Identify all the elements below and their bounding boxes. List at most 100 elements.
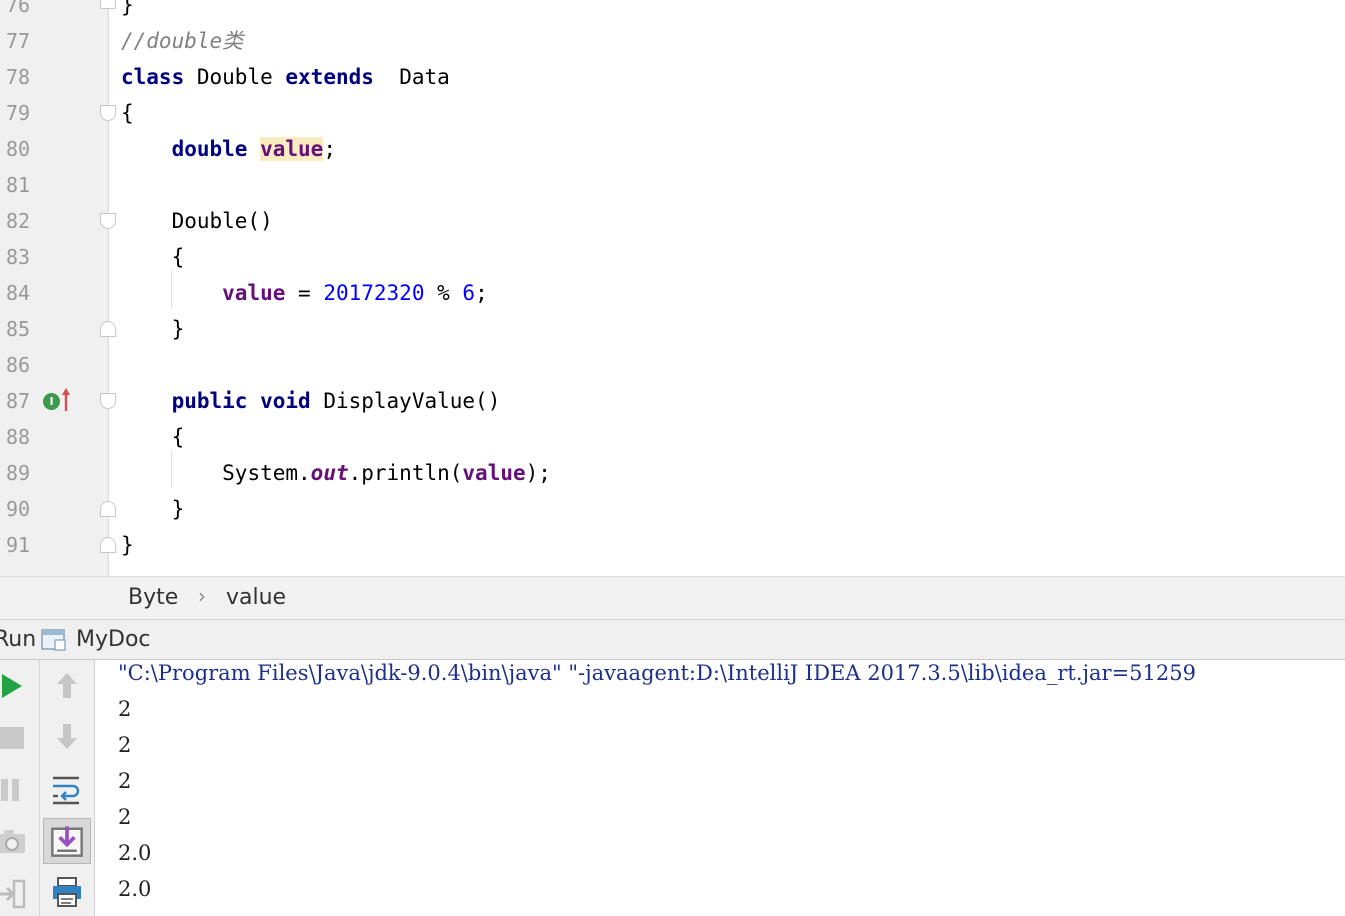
line-number: 78 <box>6 65 31 89</box>
code-line-76[interactable]: 76 } <box>0 0 1345 23</box>
code-line-80[interactable]: 80 double value; <box>0 131 1345 167</box>
soft-wrap-button[interactable] <box>49 770 85 806</box>
code-line-79[interactable]: 79 { <box>0 95 1345 131</box>
line-number: 91 <box>6 533 31 557</box>
breadcrumb-item-class[interactable]: Byte <box>128 585 178 610</box>
superclass-name: Data <box>399 65 450 89</box>
code-text: { <box>171 425 185 449</box>
code-text: } <box>121 0 134 17</box>
fold-marker-icon[interactable] <box>100 393 116 409</box>
console-command-line: "C:\Program Files\Java\jdk-9.0.4\bin\jav… <box>118 661 1196 685</box>
print-button[interactable] <box>49 874 85 910</box>
stop-icon <box>0 727 24 749</box>
mod-operator: % <box>424 281 463 305</box>
println-call: .println( <box>348 461 463 485</box>
exit-icon <box>0 879 26 909</box>
code-text: } <box>171 497 185 521</box>
console-output-line: 2 <box>118 697 132 721</box>
code-line-78[interactable]: 78 class Double extends Data <box>0 59 1345 95</box>
semicolon: ; <box>323 137 336 161</box>
soft-wrap-icon <box>53 776 80 805</box>
code-line-84[interactable]: 84 value = 20172320 % 6; <box>0 275 1345 311</box>
line-number: 90 <box>6 497 31 521</box>
code-line-86[interactable]: 86 <box>0 347 1345 383</box>
run-configuration-tab[interactable]: MyDoc <box>76 627 151 652</box>
field-value-highlighted: value <box>260 137 324 161</box>
scroll-up-button[interactable] <box>49 668 85 704</box>
line-number: 81 <box>6 173 31 197</box>
code-editor[interactable]: 76 } 77 //double类 78 class Double extend… <box>0 0 1345 576</box>
code-text: { <box>121 101 134 125</box>
run-toolbar-primary <box>0 660 40 916</box>
breadcrumb: Byte › value <box>0 576 1345 620</box>
code-text: } <box>121 533 134 557</box>
scroll-to-end-toggle[interactable] <box>43 818 91 864</box>
console-output-line: 2 <box>118 733 132 757</box>
code-line-85[interactable]: 85 } <box>0 311 1345 347</box>
play-icon <box>2 674 22 698</box>
console-output-line: 2 <box>118 805 132 829</box>
line-number: 86 <box>6 353 31 377</box>
scroll-to-end-icon <box>51 826 83 857</box>
fold-marker-icon[interactable] <box>100 537 116 553</box>
line-number: 77 <box>6 29 31 53</box>
class-name: Double <box>196 65 273 89</box>
code-text: { <box>171 245 185 269</box>
line-number: 80 <box>6 137 31 161</box>
fold-marker-icon[interactable] <box>100 105 116 121</box>
exit-button[interactable] <box>0 876 32 912</box>
stop-button[interactable] <box>0 720 32 756</box>
fold-marker-icon[interactable] <box>100 213 116 229</box>
breadcrumb-item-field[interactable]: value <box>226 585 286 610</box>
method-name: DisplayValue() <box>323 389 501 413</box>
console-output-line: 2 <box>118 769 132 793</box>
code-text: } <box>171 317 185 341</box>
console-output-line: 2.0 <box>118 841 152 865</box>
fold-marker-icon[interactable] <box>100 321 116 337</box>
printer-icon <box>53 877 81 907</box>
keyword-void: void <box>260 389 311 413</box>
arrow-down-icon <box>57 724 77 749</box>
code-line-77[interactable]: 77 //double类 <box>0 23 1345 59</box>
line-number: 85 <box>6 317 31 341</box>
line-number: 79 <box>6 101 31 125</box>
rerun-button[interactable] <box>0 668 32 704</box>
scroll-down-button[interactable] <box>49 718 85 754</box>
pause-button[interactable] <box>0 772 32 808</box>
system-class: System. <box>222 461 311 485</box>
pause-icon <box>1 779 19 801</box>
camera-icon <box>0 830 25 853</box>
line-number: 76 <box>6 0 31 17</box>
code-line-88[interactable]: 88 { <box>0 419 1345 455</box>
console-output-line: 2.0 <box>118 877 152 901</box>
keyword-extends: extends <box>285 65 374 89</box>
implements-method-icon[interactable]: I <box>43 393 60 410</box>
code-line-81[interactable]: 81 <box>0 167 1345 203</box>
line-number: 84 <box>6 281 31 305</box>
console-output[interactable]: "C:\Program Files\Java\jdk-9.0.4\bin\jav… <box>95 660 1345 916</box>
code-line-90[interactable]: 90 } <box>0 491 1345 527</box>
assign-operator: = <box>285 281 324 305</box>
semicolon: ; <box>475 281 488 305</box>
keyword-class: class <box>121 65 185 89</box>
number-literal: 20172320 <box>323 281 425 305</box>
code-line-83[interactable]: 83 { <box>0 239 1345 275</box>
code-line-89[interactable]: 89 System.out.println(value); <box>0 455 1345 491</box>
breadcrumb-separator-icon: › <box>198 584 206 608</box>
field-value: value <box>222 281 286 305</box>
run-tool-window-header: Run MyDoc <box>0 620 1345 660</box>
fold-marker-icon[interactable] <box>100 0 116 9</box>
code-line-87[interactable]: 87 I public void DisplayValue() <box>0 383 1345 419</box>
constructor-name: Double() <box>171 209 273 233</box>
keyword-public: public <box>171 389 248 413</box>
override-arrow-icon[interactable] <box>62 387 70 413</box>
keyword-double: double <box>171 137 248 161</box>
code-line-82[interactable]: 82 Double() <box>0 203 1345 239</box>
line-number: 88 <box>6 425 31 449</box>
run-window-title[interactable]: Run <box>0 627 36 652</box>
fold-marker-icon[interactable] <box>100 501 116 517</box>
comment-text: //double类 <box>121 29 244 53</box>
static-field-out: out <box>310 461 349 485</box>
dump-threads-button[interactable] <box>0 824 32 860</box>
code-line-91[interactable]: 91 } <box>0 527 1345 563</box>
